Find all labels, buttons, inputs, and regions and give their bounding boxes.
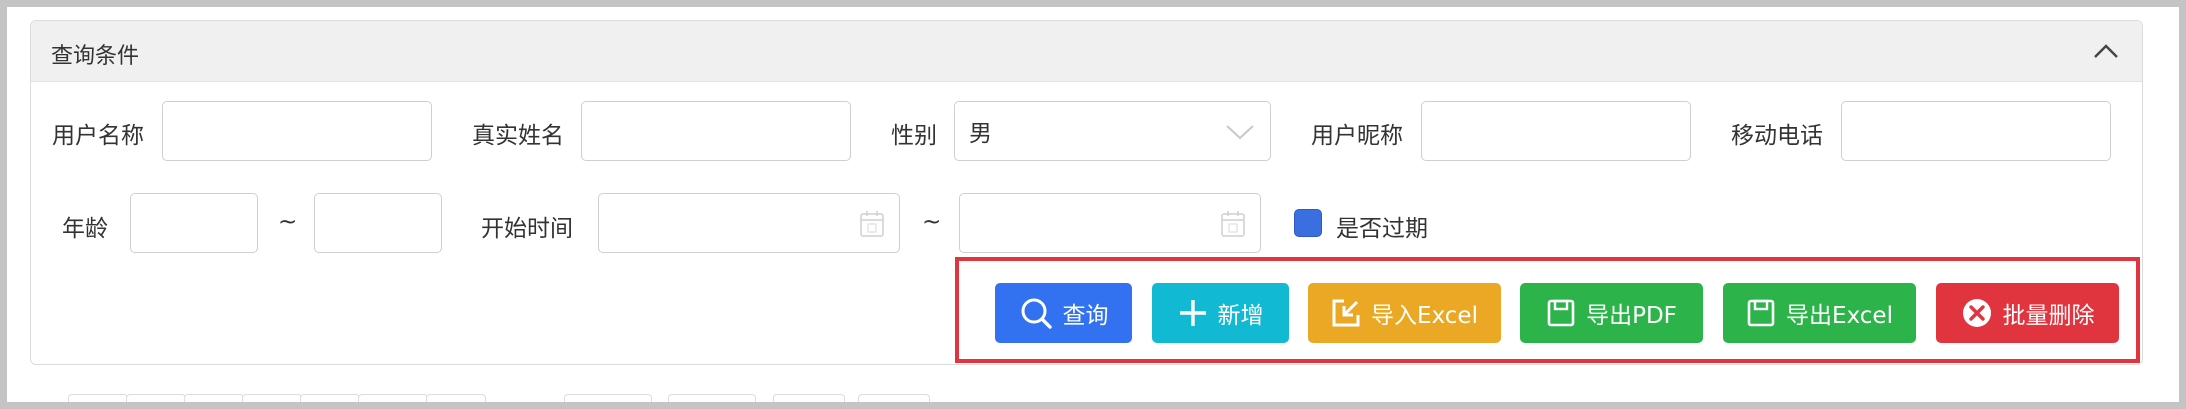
export-pdf-button-label: 导出PDF <box>1586 303 1677 329</box>
start-time-to-input[interactable] <box>959 193 1261 253</box>
chevron-down-icon <box>1226 125 1254 140</box>
export-pdf-button[interactable]: 导出PDF <box>1520 283 1703 343</box>
gender-label: 性别 <box>891 123 937 149</box>
close-circle-icon <box>1962 299 1991 327</box>
calendar-icon[interactable] <box>859 210 885 238</box>
plus-icon <box>1179 300 1206 326</box>
search-icon <box>1021 298 1052 329</box>
query-button[interactable]: 查询 <box>995 283 1132 343</box>
nickname-input[interactable] <box>1421 101 1691 161</box>
calendar-icon[interactable] <box>1220 210 1246 238</box>
save-icon <box>1747 299 1775 327</box>
gender-select[interactable]: 男 <box>954 101 1271 161</box>
gender-selected-value: 男 <box>969 121 992 147</box>
save-icon <box>1547 299 1575 327</box>
add-button-label: 新增 <box>1217 303 1264 329</box>
panel-title: 查询条件 <box>51 44 140 69</box>
start-time-label: 开始时间 <box>481 216 573 242</box>
username-label: 用户名称 <box>52 123 144 149</box>
mobile-label: 移动电话 <box>1731 123 1823 149</box>
export-excel-button-label: 导出Excel <box>1786 303 1893 329</box>
nickname-label: 用户昵称 <box>1311 123 1403 149</box>
age-label: 年龄 <box>62 216 108 242</box>
import-icon <box>1332 299 1360 327</box>
toolbar-below-partial <box>68 394 930 402</box>
import-excel-button[interactable]: 导入Excel <box>1308 283 1501 343</box>
import-excel-button-label: 导入Excel <box>1371 303 1478 329</box>
realname-label: 真实姓名 <box>472 123 564 149</box>
chevron-up-icon[interactable] <box>2092 41 2120 61</box>
mobile-input[interactable] <box>1841 101 2111 161</box>
query-button-label: 查询 <box>1062 303 1109 329</box>
panel-header: 查询条件 <box>31 21 2142 82</box>
start-time-from-input[interactable] <box>598 193 900 253</box>
age-range-separator: ~ <box>278 209 298 235</box>
export-excel-button[interactable]: 导出Excel <box>1723 283 1916 343</box>
batch-delete-button-label: 批量删除 <box>2002 303 2095 329</box>
username-input[interactable] <box>162 101 432 161</box>
age-to-input[interactable] <box>314 193 442 253</box>
time-range-separator: ~ <box>922 209 942 235</box>
add-button[interactable]: 新增 <box>1152 283 1289 343</box>
realname-input[interactable] <box>581 101 851 161</box>
expired-checkbox[interactable] <box>1294 209 1322 237</box>
expired-label: 是否过期 <box>1336 216 1428 242</box>
age-from-input[interactable] <box>130 193 258 253</box>
batch-delete-button[interactable]: 批量删除 <box>1936 283 2119 343</box>
